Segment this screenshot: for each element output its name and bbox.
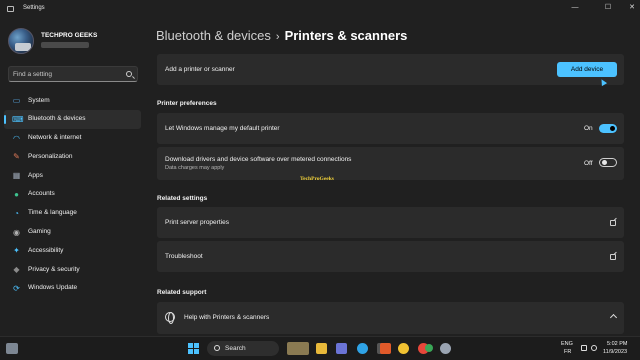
help-printers-label: Help with Printers & scanners: [184, 314, 270, 321]
avatar[interactable]: [8, 28, 34, 54]
sidebar-item-label: Privacy & security: [28, 265, 80, 273]
search-icon[interactable]: [126, 71, 132, 77]
toggle-knob: [602, 160, 607, 165]
page-title: Printers & scanners: [284, 28, 408, 43]
apps-icon: ▦: [12, 171, 21, 181]
manage-default-printer-card: Let Windows manage my default printer On: [157, 113, 624, 144]
search-input[interactable]: [13, 69, 123, 80]
sidebar-item-system[interactable]: ▭ System: [4, 91, 141, 110]
window-title: Settings: [23, 5, 45, 11]
sidebar-item-label: Gaming: [28, 228, 51, 236]
sidebar-item-label: System: [28, 96, 50, 104]
sidebar-nav: ▭ System ⌨ Bluetooth & devices ◠ Network…: [4, 91, 141, 298]
sidebar-item-label: Network & internet: [28, 134, 82, 142]
minimize-button[interactable]: —: [565, 2, 585, 14]
breadcrumb-parent[interactable]: Bluetooth & devices: [156, 28, 271, 43]
volume-icon[interactable]: [591, 345, 597, 351]
bluetooth-devices-icon: ⌨: [12, 114, 24, 124]
sidebar-item-label: Bluetooth & devices: [28, 115, 86, 123]
toggle-state-label: Off: [584, 160, 593, 167]
sidebar-item-label: Accounts: [28, 190, 55, 198]
chat-icon[interactable]: [336, 343, 347, 354]
profile-name: TECHPRO GEEKS: [41, 32, 98, 39]
metered-connection-sub: Data charges may apply: [165, 165, 225, 171]
sidebar-item-windows-update[interactable]: ⟳ Windows Update: [4, 279, 141, 298]
troubleshoot-label: Troubleshoot: [165, 253, 203, 260]
taskbar-search[interactable]: Search: [207, 341, 309, 356]
globe-icon: [165, 312, 175, 324]
brush-icon: ✎: [13, 152, 20, 162]
file-explorer-icon[interactable]: [316, 343, 327, 354]
chevron-up-icon[interactable]: [609, 313, 618, 322]
sidebar-item-bluetooth-devices[interactable]: ⌨ Bluetooth & devices: [4, 109, 141, 129]
back-icon[interactable]: [7, 6, 14, 12]
sidebar-item-personalization[interactable]: ✎ Personalization: [4, 147, 141, 166]
manage-default-printer-label: Let Windows manage my default printer: [165, 125, 280, 132]
sidebar-item-label: Apps: [28, 171, 43, 179]
sidebar-item-apps[interactable]: ▦ Apps: [4, 166, 141, 185]
input-language[interactable]: ENG: [561, 341, 573, 347]
accessibility-icon: ✦: [13, 246, 20, 256]
open-external-icon: [610, 254, 616, 260]
sidebar-item-accounts[interactable]: ● Accounts: [4, 185, 141, 204]
store-icon[interactable]: [380, 343, 391, 354]
globe-clock-icon: ◔: [14, 208, 19, 218]
metered-connection-toggle[interactable]: [599, 158, 617, 167]
clock-date[interactable]: 11/9/2023: [603, 349, 627, 355]
search-box[interactable]: [8, 66, 138, 82]
profile-email-redacted: [41, 42, 89, 48]
wifi-icon: ◠: [13, 133, 20, 143]
edge-icon[interactable]: [357, 343, 368, 354]
troubleshoot-link[interactable]: Troubleshoot: [157, 241, 624, 272]
controller-icon: ◉: [13, 227, 20, 237]
taskbar: Search ENG FR 5:02 PM 11/9/2023: [0, 336, 640, 360]
metered-connection-label: Download drivers and device software ove…: [165, 156, 352, 163]
start-button[interactable]: [188, 343, 199, 354]
toggle-state-label: On: [584, 125, 593, 132]
shield-icon: ◆: [13, 265, 20, 275]
taskbar-search-label: Search: [225, 345, 246, 352]
related-support-heading: Related support: [157, 289, 207, 296]
person-icon: ●: [14, 189, 19, 199]
breadcrumb-separator: ›: [275, 31, 280, 43]
manage-default-printer-toggle[interactable]: [599, 124, 617, 133]
open-external-icon: [610, 220, 616, 226]
photos-icon[interactable]: [398, 343, 409, 354]
weather-widget-icon[interactable]: [6, 343, 18, 354]
print-server-properties-label: Print server properties: [165, 219, 229, 226]
metered-connection-card: Download drivers and device software ove…: [157, 147, 624, 180]
sidebar-item-gaming[interactable]: ◉ Gaming: [4, 223, 141, 242]
add-printer-label: Add a printer or scanner: [165, 66, 235, 73]
title-bar: Settings — ☐ ✕: [0, 0, 640, 18]
sidebar-item-privacy-security[interactable]: ◆ Privacy & security: [4, 260, 141, 279]
update-icon: ⟳: [13, 283, 20, 293]
add-printer-card: Add a printer or scanner Add device: [157, 54, 624, 85]
toggle-knob: [610, 126, 615, 131]
sidebar-item-label: Time & language: [28, 209, 77, 217]
clock-time[interactable]: 5:02 PM: [607, 341, 627, 347]
print-server-properties-link[interactable]: Print server properties: [157, 207, 624, 238]
maximize-button[interactable]: ☐: [598, 2, 618, 14]
related-settings-heading: Related settings: [157, 195, 208, 202]
help-printers-expander[interactable]: Help with Printers & scanners: [157, 302, 624, 334]
printer-preferences-heading: Printer preferences: [157, 100, 217, 107]
input-region[interactable]: FR: [564, 349, 571, 355]
search-highlight-image: [287, 342, 309, 355]
monitor-icon: ▭: [12, 96, 21, 105]
sidebar-item-label: Accessibility: [28, 246, 64, 254]
close-button[interactable]: ✕: [622, 2, 640, 14]
breadcrumb: Bluetooth & devices › Printers & scanners: [156, 28, 407, 43]
sidebar-item-label: Personalization: [28, 152, 73, 160]
sidebar-item-network-internet[interactable]: ◠ Network & internet: [4, 129, 141, 148]
add-device-button[interactable]: Add device: [557, 62, 617, 77]
sidebar-item-accessibility[interactable]: ✦ Accessibility: [4, 241, 141, 260]
search-icon: [214, 345, 220, 351]
network-icon[interactable]: [581, 345, 587, 351]
sidebar-item-label: Windows Update: [28, 284, 78, 292]
watermark: TechProGeeks: [300, 176, 334, 182]
sidebar-item-time-language[interactable]: ◔ Time & language: [4, 204, 141, 223]
chrome-alt-icon[interactable]: [425, 344, 433, 352]
settings-icon[interactable]: [440, 343, 451, 354]
